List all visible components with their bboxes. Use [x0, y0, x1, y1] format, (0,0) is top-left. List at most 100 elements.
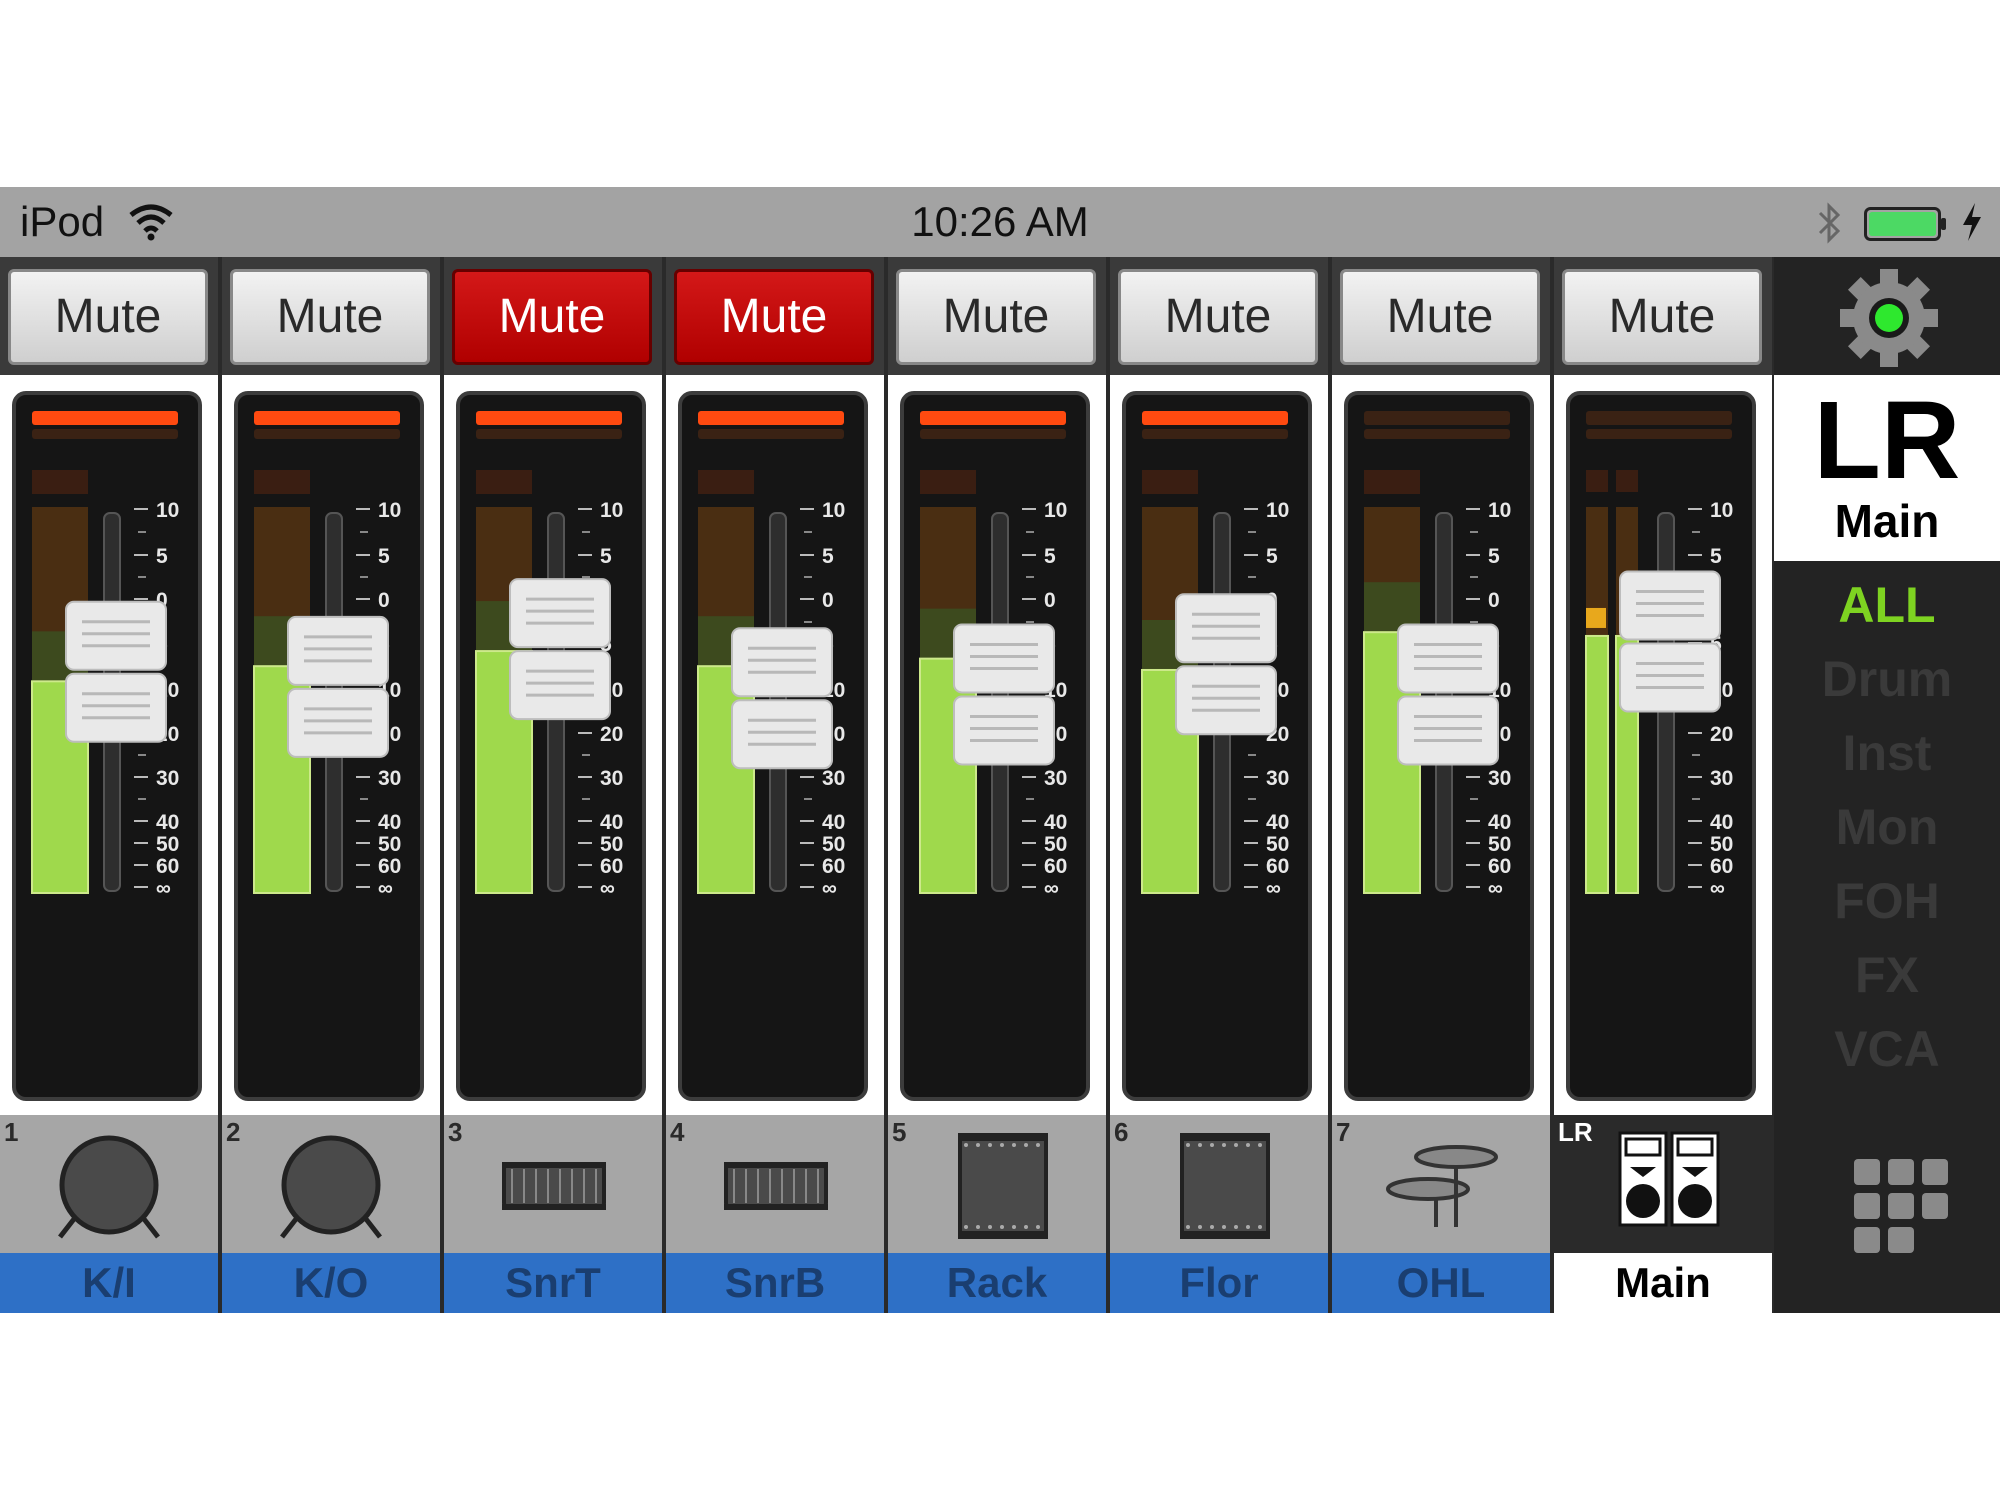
channel-number: 7	[1336, 1117, 1351, 1147]
peak-indicator	[1586, 411, 1732, 425]
channel-name[interactable]: Rack	[888, 1253, 1106, 1313]
channel-strip-main: Mute10505102030405060∞LRMain	[1554, 257, 1772, 1313]
scale-label: 40	[1044, 811, 1067, 834]
channel-label-area[interactable]: LR Main	[1554, 1115, 1772, 1313]
channel-name[interactable]: K/I	[0, 1253, 218, 1313]
scale-label: 5	[1710, 545, 1722, 568]
channel-label-area[interactable]: 6 Flor	[1110, 1115, 1328, 1313]
mute-button[interactable]: Mute	[674, 269, 874, 365]
group-foh[interactable]: FOH	[1774, 871, 2000, 931]
fader-area: 10505102030405060∞	[1554, 375, 1772, 1115]
scale-label: 60	[1044, 855, 1067, 878]
scale-label: 60	[1266, 855, 1289, 878]
mute-button[interactable]: Mute	[896, 269, 1096, 365]
channel-number: 5	[892, 1117, 907, 1147]
channel-name[interactable]: OHL	[1332, 1253, 1550, 1313]
channel-name[interactable]: SnrB	[666, 1253, 884, 1313]
tom-drum-icon	[958, 1133, 1048, 1239]
group-inst[interactable]: Inst	[1774, 723, 2000, 783]
fader-meter[interactable]: 10505102030405060∞	[1570, 395, 1756, 1101]
scale-label: 10	[600, 499, 623, 522]
fader-meter[interactable]: 10505102030405060∞	[682, 395, 868, 1101]
scale-label: 60	[822, 855, 845, 878]
channel-icon-zone: 2	[222, 1115, 440, 1253]
scale-label: 30	[1710, 767, 1733, 790]
kick-drum-icon	[58, 1135, 160, 1239]
fader-meter[interactable]: 10505102030405060∞	[460, 395, 646, 1101]
channel-label-area[interactable]: 2 K/O	[222, 1115, 440, 1313]
scale-label: 30	[156, 767, 179, 790]
selected-bus-title: LR	[1813, 379, 1961, 502]
channel-icon-zone: LR	[1554, 1115, 1772, 1253]
mute-area: Mute	[888, 257, 1106, 375]
mute-button[interactable]: Mute	[452, 269, 652, 365]
scale-label: 20	[600, 723, 623, 746]
scale-label: 0	[378, 589, 390, 612]
fader-meter[interactable]: 10505102030405060∞	[16, 395, 202, 1101]
fader-meter[interactable]: 10505102030405060∞	[1126, 395, 1312, 1101]
fader-panel: 10505102030405060∞	[12, 391, 202, 1101]
fader-meter[interactable]: 10505102030405060∞	[1348, 395, 1534, 1101]
scale-label: ∞	[378, 877, 393, 900]
group-drum[interactable]: Drum	[1774, 649, 2000, 709]
scale-label: 5	[378, 545, 390, 568]
selected-bus[interactable]: LR Main	[1774, 375, 2000, 561]
scale-label: 20	[1710, 723, 1733, 746]
channel-strip-3: Mute10505102030405060∞3SnrT	[444, 257, 662, 1313]
channel-label-area[interactable]: 4 SnrB	[666, 1115, 884, 1313]
scale-label: 40	[1266, 811, 1289, 834]
fader-area: 10505102030405060∞	[0, 375, 218, 1115]
scale-label: 40	[1488, 811, 1511, 834]
charging-icon	[1963, 203, 1981, 241]
channel-label-area[interactable]: 7 OHL	[1332, 1115, 1550, 1313]
settings-gear-icon[interactable]	[1834, 263, 1944, 373]
cymbal-icon	[1386, 1145, 1498, 1227]
channel-strip-1: Mute10505102030405060∞1K/I	[0, 257, 218, 1313]
clock: 10:26 AM	[911, 198, 1089, 245]
channel-name[interactable]: Flor	[1110, 1253, 1328, 1313]
fader-meter[interactable]: 10505102030405060∞	[904, 395, 1090, 1101]
scale-label: 30	[1266, 767, 1289, 790]
scale-label: 30	[378, 767, 401, 790]
scale-label: 40	[156, 811, 179, 834]
group-mon[interactable]: Mon	[1774, 797, 2000, 857]
scale-label: 50	[1266, 833, 1289, 856]
mute-button[interactable]: Mute	[1118, 269, 1318, 365]
channel-icon-zone: 5	[888, 1115, 1106, 1253]
scale-label: 5	[1044, 545, 1056, 568]
channel-label-area[interactable]: 3 SnrT	[444, 1115, 662, 1313]
scale-label: 50	[600, 833, 623, 856]
channel-name[interactable]: Main	[1554, 1253, 1772, 1313]
channel-strip-4: Mute 10505102030405060∞4SnrB	[666, 257, 884, 1313]
scale-label: 5	[600, 545, 612, 568]
mute-button[interactable]: Mute	[8, 269, 208, 365]
scale-label: 60	[600, 855, 623, 878]
group-all[interactable]: ALL	[1774, 575, 2000, 635]
snare-drum-icon	[502, 1162, 606, 1210]
channel-label-area[interactable]: 1 K/I	[0, 1115, 218, 1313]
mute-button[interactable]: Mute	[1562, 269, 1762, 365]
mute-area: Mute	[0, 257, 218, 375]
selected-bus-subtitle: Main	[1834, 495, 1940, 547]
scale-label: 60	[1488, 855, 1511, 878]
mute-button[interactable]: Mute	[230, 269, 430, 365]
scale-label: 10	[1044, 499, 1067, 522]
channel-number: LR	[1558, 1117, 1593, 1147]
fader-meter[interactable]: 10505102030405060∞	[238, 395, 424, 1101]
scale-label: 0	[1044, 589, 1056, 612]
fader-panel: 10505102030405060∞	[1122, 391, 1312, 1101]
scale-label: 10	[378, 499, 401, 522]
scale-label: 50	[1710, 833, 1733, 856]
scale-label: 30	[822, 767, 845, 790]
level-meter	[1585, 634, 1609, 895]
grid-menu-icon[interactable]	[1854, 1159, 1954, 1259]
channel-name[interactable]: K/O	[222, 1253, 440, 1313]
scale-label: 50	[156, 833, 179, 856]
channel-name[interactable]: SnrT	[444, 1253, 662, 1313]
channel-label-area[interactable]: 5 Rack	[888, 1115, 1106, 1313]
group-fx[interactable]: FX	[1774, 945, 2000, 1005]
mute-button[interactable]: Mute	[1340, 269, 1540, 365]
group-vca[interactable]: VCA	[1774, 1019, 2000, 1079]
scale-label: 50	[1488, 833, 1511, 856]
sidebar: LR Main ALL Drum Inst Mon FOH FX VCA	[1774, 257, 2000, 1313]
